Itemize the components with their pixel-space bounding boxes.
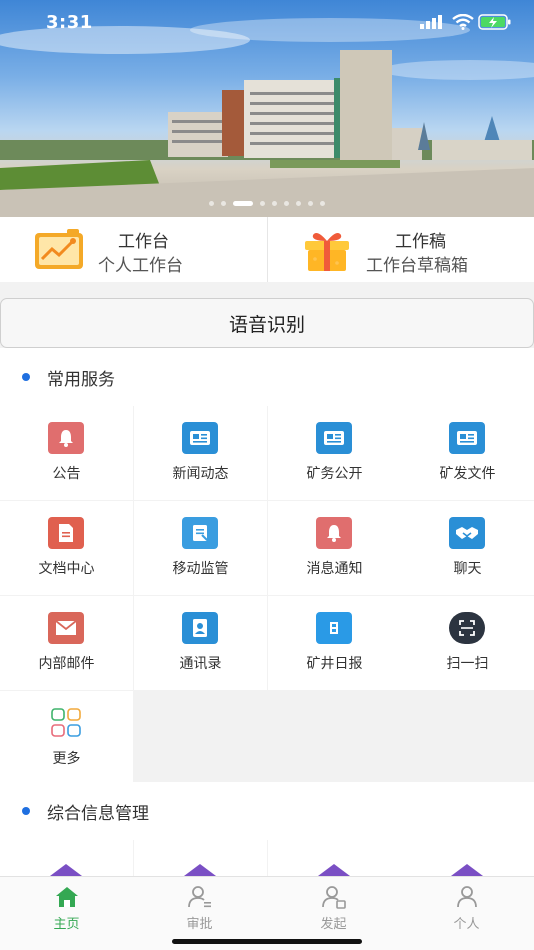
info-grid-partial bbox=[0, 840, 534, 880]
info-item[interactable] bbox=[401, 840, 534, 880]
chart-board-icon bbox=[35, 229, 83, 269]
service-daily-report[interactable]: 矿井日报 bbox=[268, 596, 401, 690]
info-item[interactable] bbox=[0, 840, 133, 880]
tab-approve[interactable]: 审批 bbox=[133, 877, 266, 937]
workbench-subtitle: 个人工作台 bbox=[98, 256, 183, 276]
service-news[interactable]: 新闻动态 bbox=[134, 406, 267, 500]
workbench-card[interactable]: 工作台 个人工作台 bbox=[0, 217, 267, 282]
service-mine-affairs[interactable]: 矿务公开 bbox=[268, 406, 401, 500]
tab-label: 个人 bbox=[453, 917, 480, 932]
purple-badge-icon bbox=[50, 864, 82, 876]
carousel-dot[interactable] bbox=[284, 201, 289, 206]
tab-label: 主页 bbox=[53, 917, 80, 932]
drafts-title: 工作稿 bbox=[395, 232, 446, 252]
section-title: 综合信息管理 bbox=[47, 804, 149, 824]
newspaper-icon bbox=[182, 422, 218, 454]
carousel-dots[interactable] bbox=[0, 200, 534, 208]
app-screen: 3:31 工作台 个人工作台 工作稿 工作台草稿箱 语音识别 常用服务 公告 新… bbox=[0, 0, 534, 950]
tab-label: 审批 bbox=[186, 917, 213, 932]
service-label: 矿务公开 bbox=[306, 466, 363, 482]
more-grid-icon bbox=[48, 707, 84, 739]
service-announcement[interactable]: 公告 bbox=[0, 406, 133, 500]
service-label: 新闻动态 bbox=[172, 466, 229, 482]
gift-box-icon bbox=[305, 233, 349, 271]
purple-badge-icon bbox=[318, 864, 350, 876]
mail-icon bbox=[48, 612, 84, 644]
tab-personal[interactable]: 个人 bbox=[400, 877, 533, 937]
initiate-icon bbox=[322, 886, 346, 909]
carousel-dot[interactable] bbox=[260, 201, 265, 206]
home-indicator[interactable] bbox=[172, 939, 362, 944]
newspaper-icon bbox=[316, 422, 352, 454]
signal-icon bbox=[420, 15, 442, 29]
voice-recognition-button[interactable]: 语音识别 bbox=[0, 298, 534, 348]
status-bar: 3:31 bbox=[0, 0, 534, 44]
voice-recognition-label: 语音识别 bbox=[228, 313, 305, 336]
service-label: 更多 bbox=[52, 751, 81, 767]
service-chat[interactable]: 聊天 bbox=[401, 501, 534, 595]
carousel-dot[interactable] bbox=[296, 201, 301, 206]
service-label: 内部邮件 bbox=[38, 656, 95, 672]
carousel-dot[interactable] bbox=[221, 201, 226, 206]
section-bullet bbox=[22, 373, 30, 381]
service-label: 通讯录 bbox=[179, 656, 222, 672]
service-document-center[interactable]: 文档中心 bbox=[0, 501, 133, 595]
bell-icon bbox=[48, 422, 84, 454]
drafts-card[interactable]: 工作稿 工作台草稿箱 bbox=[267, 217, 534, 282]
service-label: 移动监管 bbox=[172, 561, 229, 577]
notebook-icon bbox=[182, 517, 218, 549]
tab-home[interactable]: 主页 bbox=[0, 877, 133, 937]
approve-icon bbox=[188, 886, 211, 908]
service-internal-mail[interactable]: 内部邮件 bbox=[0, 596, 133, 690]
section-bullet bbox=[22, 807, 30, 815]
service-label: 公告 bbox=[52, 466, 81, 482]
drafts-subtitle: 工作台草稿箱 bbox=[366, 256, 468, 276]
bell-icon bbox=[316, 517, 352, 549]
service-notifications[interactable]: 消息通知 bbox=[268, 501, 401, 595]
service-more[interactable]: 更多 bbox=[0, 691, 133, 785]
service-label: 矿井日报 bbox=[306, 656, 363, 672]
handshake-icon bbox=[449, 517, 485, 549]
quick-access-row: 工作台 个人工作台 工作稿 工作台草稿箱 bbox=[0, 217, 534, 282]
section-title: 常用服务 bbox=[47, 370, 115, 390]
scan-icon bbox=[449, 612, 485, 644]
battery-icon bbox=[478, 14, 511, 30]
service-label: 扫一扫 bbox=[446, 656, 489, 672]
service-mine-documents[interactable]: 矿发文件 bbox=[401, 406, 534, 500]
carousel-dot[interactable] bbox=[320, 201, 325, 206]
service-contacts[interactable]: 通讯录 bbox=[134, 596, 267, 690]
tab-initiate[interactable]: 发起 bbox=[267, 877, 400, 937]
status-time: 3:31 bbox=[46, 12, 93, 33]
service-scan[interactable]: 扫一扫 bbox=[401, 596, 534, 690]
carousel-dot[interactable] bbox=[209, 201, 214, 206]
purple-badge-icon bbox=[451, 864, 483, 876]
section-info-management: 综合信息管理 bbox=[0, 782, 534, 840]
banner-carousel[interactable]: 3:31 bbox=[0, 0, 534, 217]
carousel-dot[interactable] bbox=[272, 201, 277, 206]
service-label: 矿发文件 bbox=[439, 466, 496, 482]
section-common-services: 常用服务 bbox=[0, 348, 534, 406]
info-item[interactable] bbox=[134, 840, 267, 880]
service-mobile-supervision[interactable]: 移动监管 bbox=[134, 501, 267, 595]
wifi-icon bbox=[452, 14, 474, 30]
carousel-dot[interactable] bbox=[308, 201, 313, 206]
service-label: 消息通知 bbox=[306, 561, 363, 577]
tab-label: 发起 bbox=[320, 917, 347, 932]
service-label: 文档中心 bbox=[38, 561, 95, 577]
document-icon bbox=[48, 517, 84, 549]
newspaper-icon bbox=[449, 422, 485, 454]
service-label: 聊天 bbox=[453, 561, 482, 577]
workbench-title: 工作台 bbox=[118, 232, 169, 252]
person-icon bbox=[457, 886, 477, 908]
contacts-icon bbox=[182, 612, 218, 644]
carousel-dot-active[interactable] bbox=[233, 201, 253, 206]
daily-report-icon bbox=[316, 612, 352, 644]
info-item[interactable] bbox=[268, 840, 401, 880]
home-icon bbox=[56, 887, 78, 907]
purple-badge-icon bbox=[184, 864, 216, 876]
